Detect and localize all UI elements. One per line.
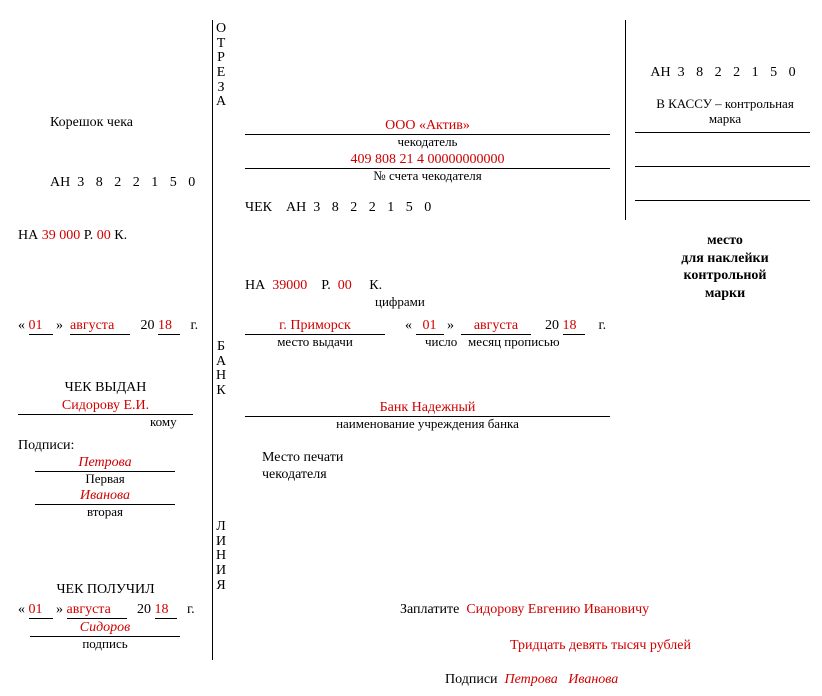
drawer-account-caption: № счета чекодателя [245, 168, 610, 184]
stub-issued-caption: кому [150, 414, 177, 430]
stub-title: Корешок чека [50, 115, 133, 131]
stamp-place-line1: Место печати [262, 450, 343, 466]
stub-signature-2: Иванова [35, 488, 175, 505]
drawer-account: 409 808 21 4 00000000000 [245, 152, 610, 169]
stub-signatures-label: Подписи: [18, 438, 74, 454]
stub-amount: НА 39 000 Р. 00 К. [18, 228, 127, 244]
stub-serial: АН 3 8 2 2 1 5 0 [50, 175, 199, 191]
vertical-label-otreza: ОТРЕЗА [214, 22, 228, 110]
bank-name: Банк Надежный [245, 400, 610, 417]
stub-signature-1: Петрова [35, 455, 175, 472]
main-place-caption: место выдачи [245, 334, 385, 350]
stub-date: « 01 » августа 20 18 г. [18, 318, 198, 335]
stub-signature-1-caption: Первая [35, 471, 175, 487]
main-date-month-caption: месяц прописью [468, 334, 560, 350]
stub-received-sign-caption: подпись [30, 636, 180, 652]
amount-in-words: Тридцать девять тысяч рублей [510, 638, 691, 654]
main-date: « 01 » августа 20 18 г. [405, 318, 606, 335]
stub-received-title: ЧЕК ПОЛУЧИЛ [18, 582, 193, 598]
stub-signature-2-caption: вторая [35, 504, 175, 520]
bank-caption: наименование учреждения банка [245, 416, 610, 432]
main-date-num-caption: число [425, 334, 457, 350]
vertical-label-linia: ЛИНИЯ [214, 520, 228, 593]
stub-received-sign: Сидоров [30, 620, 180, 637]
drawer-name: ООО «Актив» [245, 118, 610, 135]
kassa-serial: АН 3 8 2 2 1 5 0 [645, 65, 805, 81]
vertical-label-bank: БАНК [214, 340, 228, 399]
main-amount-caption: цифрами [375, 294, 425, 310]
kassa-title-line2: марка [640, 111, 810, 127]
pay-line: Заплатите Сидорову Евгению Ивановичу [400, 602, 649, 618]
drawer-caption: чекодатель [245, 134, 610, 150]
stub-received-date: « 01 » августа 20 18 г. [18, 602, 195, 619]
kassa-sticker-label: место для наклейки контрольной марки [640, 232, 810, 302]
stamp-place-line2: чекодателя [262, 467, 327, 483]
main-amount: НА 39000 Р. 00 К. [245, 278, 382, 294]
stub-issued-to: Сидорову Е.И. [18, 398, 193, 415]
main-place: г. Приморск [245, 318, 385, 335]
kassa-title-line1: В КАССУ – контрольная [640, 96, 810, 112]
stub-issued-title: ЧЕК ВЫДАН [18, 380, 193, 396]
bottom-signatures: Подписи Петрова Иванова [445, 672, 618, 688]
cheque-serial: ЧЕК АН 3 8 2 2 1 5 0 [245, 200, 435, 216]
